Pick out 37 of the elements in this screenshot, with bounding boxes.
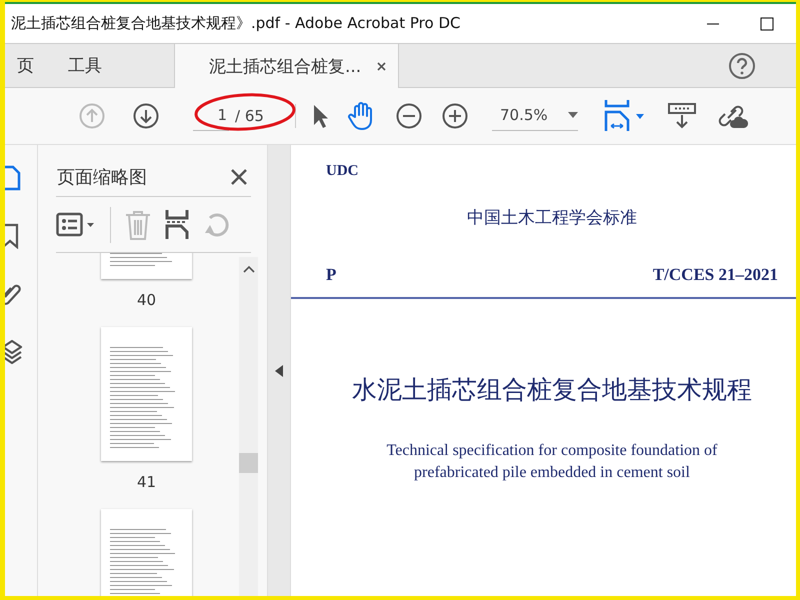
- caret-icon[interactable]: [568, 112, 578, 118]
- organization-heading: 中国土木工程学会标准: [467, 207, 637, 229]
- document-tab[interactable]: 泥土插芯组合桩复...: [174, 44, 400, 88]
- udc-label: UDC: [326, 163, 360, 180]
- english-title-line: Technical specification for composite foundation of: [386, 441, 718, 461]
- pointer-icon[interactable]: [312, 103, 328, 129]
- class-code: P: [326, 265, 336, 285]
- scroll-up-icon[interactable]: [242, 265, 254, 273]
- collapse-arrow-icon[interactable]: [275, 364, 283, 376]
- options-icon[interactable]: [56, 212, 96, 238]
- next-page-icon[interactable]: [133, 103, 159, 129]
- keyboard-download-icon[interactable]: [668, 102, 696, 130]
- page-total: / 65: [235, 107, 264, 125]
- page-number: 40: [136, 291, 156, 309]
- zoom-out-icon[interactable]: [396, 103, 422, 129]
- page-number-field[interactable]: 1: [193, 102, 229, 130]
- close-icon[interactable]: [377, 62, 386, 70]
- standard-number: T/CCES 21–2021: [652, 265, 778, 285]
- scrollbar[interactable]: [239, 257, 258, 596]
- window-title: 泥土插芯组合桩复合地基技术规程》.pdf - Adobe Acrobat Pro DC: [11, 14, 460, 33]
- scrollbar-thumb[interactable]: [239, 453, 258, 473]
- english-title-line: prefabricated pile embedded in cement soil: [414, 463, 690, 483]
- close-icon[interactable]: [231, 168, 247, 184]
- help-icon[interactable]: [728, 52, 756, 80]
- nav-tab[interactable]: 页: [17, 44, 52, 87]
- zoom-dropdown[interactable]: 70.5%: [492, 102, 578, 130]
- maximize-icon[interactable]: [760, 16, 774, 30]
- bookmark-icon[interactable]: [5, 223, 19, 249]
- nav-tab[interactable]: 工具: [68, 44, 120, 87]
- document-title: 水泥土插芯组合桩复合地基技术规程: [352, 374, 752, 406]
- page-icon[interactable]: [5, 165, 21, 191]
- page-extract-icon[interactable]: [165, 210, 189, 240]
- page-number: 41: [136, 473, 156, 491]
- panel-title: 页面缩略图: [57, 166, 147, 188]
- layers-icon[interactable]: [5, 339, 23, 365]
- zoom-in-icon[interactable]: [442, 103, 468, 129]
- page-thumbnail[interactable]: [101, 327, 192, 461]
